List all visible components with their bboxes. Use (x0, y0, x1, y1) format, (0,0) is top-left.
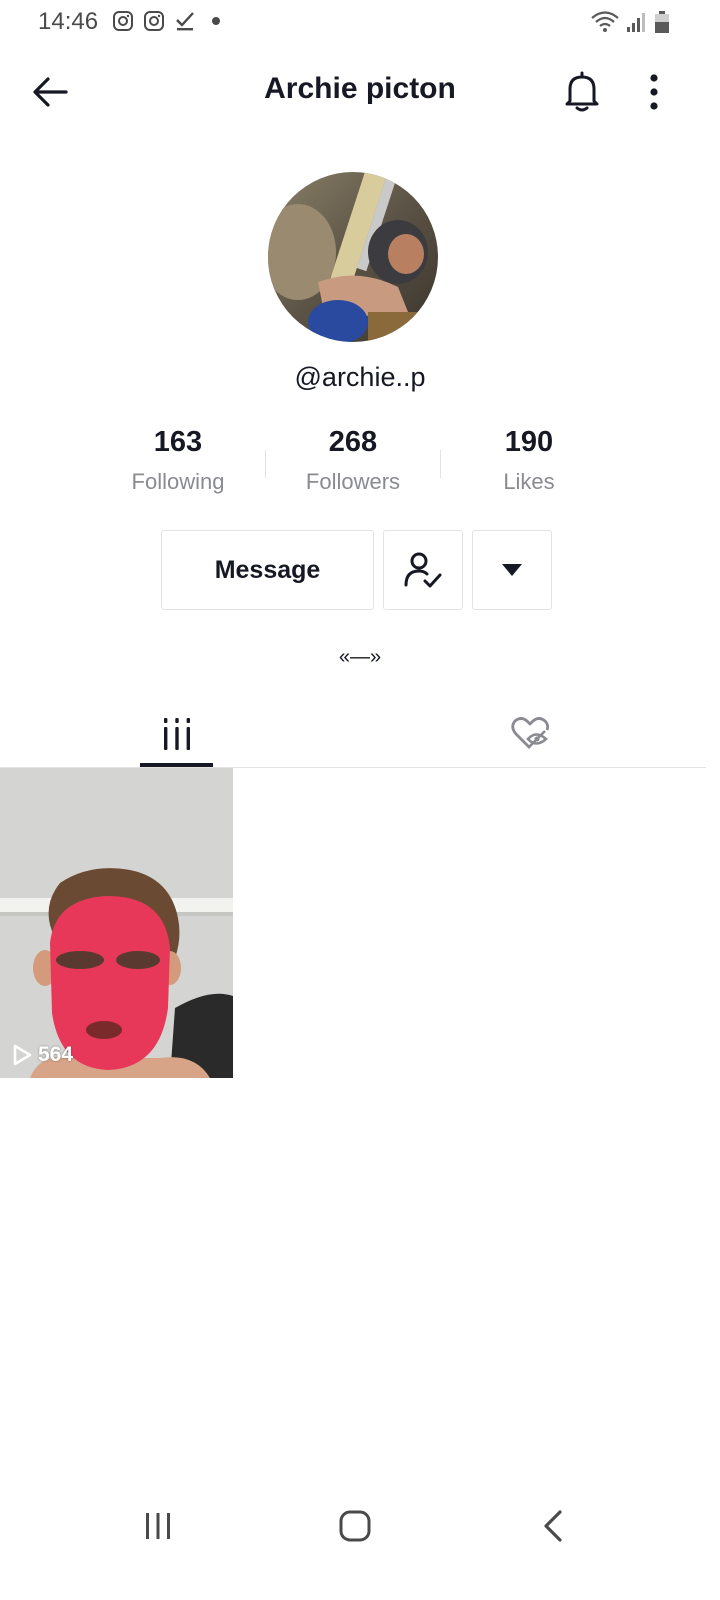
username: @archie..p (294, 362, 426, 392)
download-done-icon (176, 12, 194, 31)
status-time: 14:46 (38, 8, 99, 35)
recent-apps-icon (146, 1513, 170, 1539)
battery-icon (655, 11, 669, 33)
video-view-count: 564 (12, 1043, 73, 1067)
grid-bars-icon (163, 718, 190, 750)
view-count-value: 564 (38, 1043, 74, 1066)
tab-videos[interactable] (140, 700, 213, 768)
bio: «—» (338, 646, 382, 668)
tab-liked-videos[interactable] (490, 700, 570, 768)
status-icons-right (590, 10, 670, 34)
page-title: Archie picton (264, 72, 456, 105)
avatar-photo (268, 172, 438, 342)
video-thumbnail-image (0, 768, 233, 1078)
avatar[interactable] (268, 172, 438, 342)
stat-value: 190 (504, 426, 554, 458)
heart-hidden-icon (511, 717, 550, 749)
more-options-button[interactable] (634, 70, 674, 114)
stat-value: 163 (153, 426, 203, 458)
stat-likes[interactable]: 190 Likes (449, 426, 609, 495)
nav-back-button[interactable] (523, 1500, 583, 1552)
more-vertical-icon (650, 74, 658, 110)
instagram-icon (144, 11, 164, 31)
wifi-icon (591, 11, 619, 32)
stat-value: 268 (328, 426, 378, 458)
signal-icon (627, 13, 645, 32)
stat-label: Likes (503, 469, 555, 494)
nav-recent-apps-button[interactable] (128, 1500, 188, 1552)
notification-bell-button[interactable] (560, 70, 604, 114)
stat-label: Following (131, 469, 225, 494)
play-icon (13, 1044, 32, 1066)
stat-followers[interactable]: 268 Followers (273, 426, 433, 495)
home-icon (339, 1510, 371, 1542)
video-thumbnail[interactable] (0, 768, 233, 1078)
suggested-accounts-button[interactable] (472, 530, 552, 610)
stat-divider (440, 450, 441, 478)
stat-label: Followers (305, 469, 401, 494)
message-button[interactable]: Message (161, 530, 374, 610)
instagram-icon (113, 11, 133, 31)
nav-home-button[interactable] (325, 1500, 385, 1552)
dot-icon (212, 17, 220, 25)
stat-following[interactable]: 163 Following (98, 426, 258, 495)
back-chevron-icon (544, 1510, 562, 1542)
bell-icon (565, 71, 599, 112)
caret-down-icon (502, 564, 522, 576)
stat-divider (265, 450, 266, 478)
following-status-button[interactable] (383, 530, 463, 610)
user-check-icon (404, 552, 442, 588)
status-icons-left (112, 10, 227, 32)
